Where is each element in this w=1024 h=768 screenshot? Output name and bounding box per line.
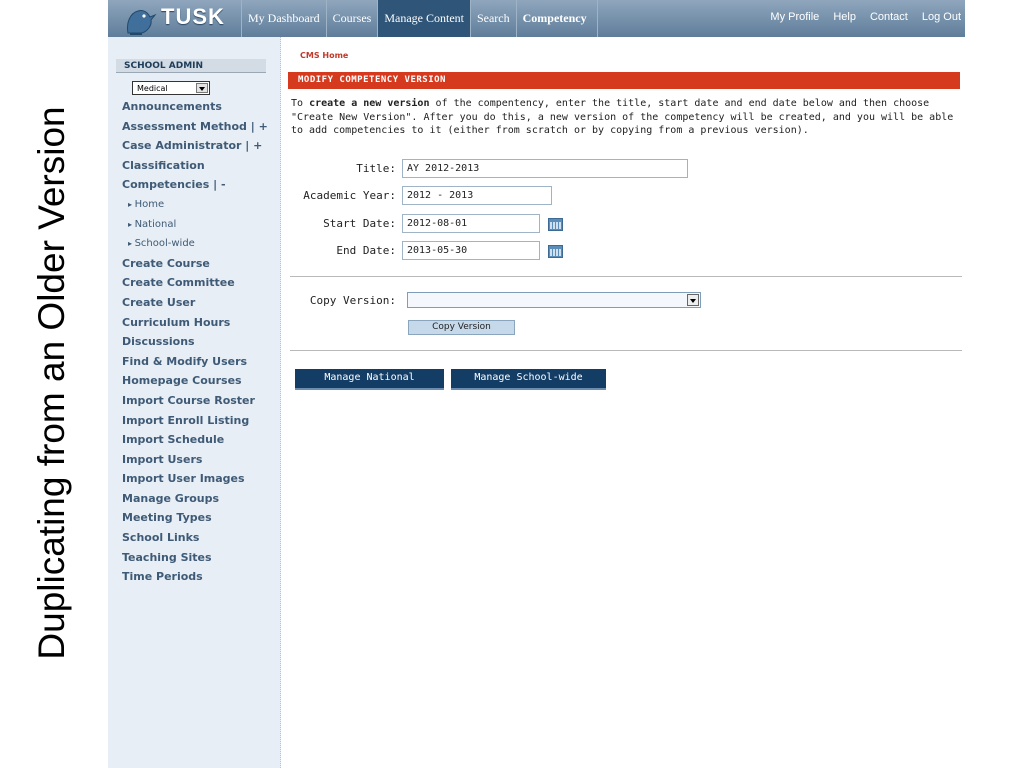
sidebar-item-homepage-courses[interactable]: Homepage Courses — [122, 371, 268, 391]
title-label: Title: — [356, 162, 396, 175]
sidebar-item-import-schedule[interactable]: Import Schedule — [122, 430, 268, 450]
title-field[interactable]: AY 2012-2013 — [402, 159, 688, 178]
sidebar-item-create-committee[interactable]: Create Committee — [122, 273, 268, 293]
contact-link[interactable]: Contact — [870, 0, 908, 37]
sidebar-item-school-wide[interactable]: School-wide — [122, 234, 268, 254]
start-date-label: Start Date: — [323, 217, 396, 230]
school-select[interactable]: Medical — [132, 81, 210, 95]
sidebar-item-curriculum-hours[interactable]: Curriculum Hours — [122, 313, 268, 333]
copy-version-label: Copy Version: — [309, 294, 396, 307]
slide-caption-area: Duplicating from an Older Version — [0, 0, 100, 768]
sidebar-item-assessment-method[interactable]: Assessment Method | + — [122, 117, 268, 137]
sidebar-item-classification[interactable]: Classification — [122, 156, 268, 176]
sidebar-menu: Announcements Assessment Method | + Case A… — [122, 97, 268, 587]
tab-my-dashboard[interactable]: My Dashboard — [241, 0, 326, 37]
slide-caption: Duplicating from an Older Version — [31, 106, 72, 660]
intro-bold: create a new version — [309, 98, 430, 109]
intro-text: To create a new version of the compenten… — [291, 97, 961, 138]
help-link[interactable]: Help — [833, 0, 856, 37]
utility-links: My Profile Help Contact Log Out — [756, 0, 961, 37]
sidebar-item-create-course[interactable]: Create Course — [122, 254, 268, 274]
top-navigation-bar: TUSK My Dashboard Courses Manage Content… — [108, 0, 965, 37]
tab-courses[interactable]: Courses — [325, 0, 378, 37]
sidebar-item-announcements[interactable]: Announcements — [122, 97, 268, 117]
sidebar-item-import-user-images[interactable]: Import User Images — [122, 469, 268, 489]
sidebar-item-manage-groups[interactable]: Manage Groups — [122, 489, 268, 509]
tab-search[interactable]: Search — [469, 0, 516, 37]
sidebar-item-create-user[interactable]: Create User — [122, 293, 268, 313]
sidebar: SCHOOL ADMIN Medical Announcements Assess… — [108, 37, 281, 768]
end-date-field[interactable]: 2013-05-30 — [402, 241, 540, 260]
school-select-value: Medical — [137, 84, 168, 93]
dropdown-arrow-icon[interactable] — [196, 83, 208, 93]
end-date-label: End Date: — [336, 244, 396, 257]
tusk-logo[interactable]: TUSK — [118, 0, 240, 37]
academic-year-label: Academic Year: — [303, 189, 396, 202]
intro-part1: To — [291, 98, 310, 109]
sidebar-item-case-administrator[interactable]: Case Administrator | + — [122, 136, 268, 156]
academic-year-field[interactable]: 2012 - 2013 — [402, 186, 552, 205]
divider — [290, 350, 962, 351]
sidebar-item-import-enroll-listing[interactable]: Import Enroll Listing — [122, 411, 268, 431]
dropdown-arrow-icon[interactable] — [687, 294, 699, 306]
calendar-icon[interactable] — [548, 218, 563, 231]
sidebar-item-teaching-sites[interactable]: Teaching Sites — [122, 548, 268, 568]
section-title: MODIFY COMPETENCY VERSION — [298, 75, 446, 85]
sidebar-item-home[interactable]: Home — [122, 195, 268, 215]
copy-version-button[interactable]: Copy Version — [408, 320, 515, 335]
sidebar-item-import-course-roster[interactable]: Import Course Roster — [122, 391, 268, 411]
manage-school-wide-button[interactable]: Manage School-wide — [451, 369, 606, 390]
divider — [290, 276, 962, 277]
sidebar-item-import-users[interactable]: Import Users — [122, 450, 268, 470]
tab-competency[interactable]: Competency — [515, 0, 598, 37]
log-out-link[interactable]: Log Out — [922, 0, 961, 37]
sidebar-item-national[interactable]: National — [122, 215, 268, 235]
sidebar-item-meeting-types[interactable]: Meeting Types — [122, 508, 268, 528]
logo-text: TUSK — [161, 4, 225, 29]
sidebar-header: SCHOOL ADMIN — [116, 59, 266, 73]
calendar-icon[interactable] — [548, 245, 563, 258]
start-date-field[interactable]: 2012-08-01 — [402, 214, 540, 233]
sidebar-item-time-periods[interactable]: Time Periods — [122, 567, 268, 587]
breadcrumb-cms-home[interactable]: CMS Home — [300, 51, 348, 60]
section-title-bar: MODIFY COMPETENCY VERSION — [288, 72, 960, 89]
tab-manage-content[interactable]: Manage Content — [377, 0, 470, 37]
manage-national-button[interactable]: Manage National — [295, 369, 444, 390]
tusk-logo-icon — [127, 10, 157, 35]
sidebar-item-school-links[interactable]: School Links — [122, 528, 268, 548]
sidebar-item-discussions[interactable]: Discussions — [122, 332, 268, 352]
main-nav: My Dashboard Courses Manage Content Sear… — [241, 0, 598, 37]
copy-version-select[interactable] — [407, 292, 701, 308]
sidebar-item-competencies[interactable]: Competencies | - — [122, 175, 268, 195]
sidebar-item-find-modify-users[interactable]: Find & Modify Users — [122, 352, 268, 372]
my-profile-link[interactable]: My Profile — [770, 0, 819, 37]
